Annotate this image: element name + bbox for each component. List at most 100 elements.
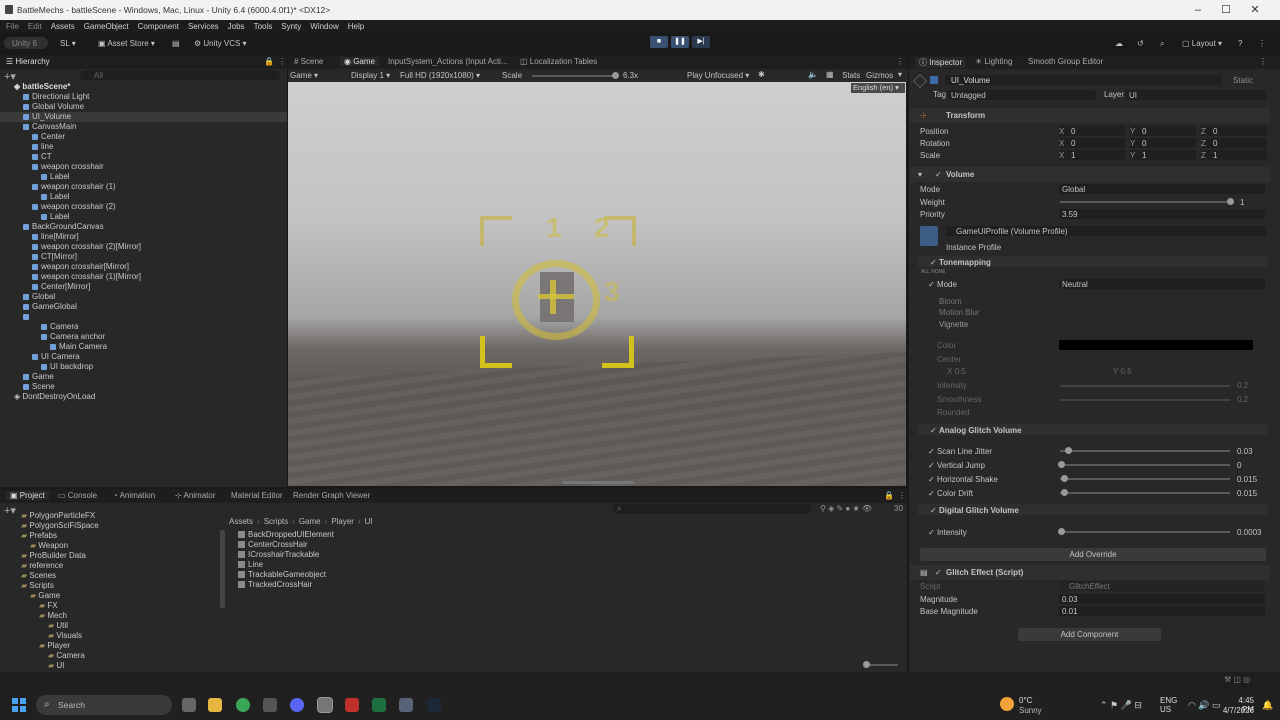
pause-button[interactable]: ❚❚ bbox=[671, 36, 689, 48]
tab-material-editor[interactable]: Material Editor bbox=[231, 491, 283, 500]
project-folder-item[interactable]: ▰ FX bbox=[39, 601, 58, 610]
hierarchy-item[interactable]: UI_Volume bbox=[23, 112, 71, 121]
digital-intensity-slider[interactable] bbox=[1060, 531, 1230, 533]
active-checkbox[interactable] bbox=[930, 76, 938, 84]
tab-inspector[interactable]: ⓘ Inspector bbox=[915, 57, 967, 68]
volume-profile-field[interactable]: GameUIProfile (Volume Profile) bbox=[946, 226, 1266, 236]
hierarchy-item[interactable]: weapon crosshair (2) bbox=[32, 202, 116, 211]
tag-dropdown[interactable]: Untagged bbox=[948, 90, 1096, 100]
transform-rotation-y-field[interactable]: Y0 bbox=[1130, 138, 1196, 148]
game-view-scrollbar[interactable] bbox=[562, 481, 634, 484]
search-icon[interactable]: ⌕ bbox=[1160, 39, 1164, 49]
script-file-item[interactable]: ICrosshairTrackable bbox=[238, 550, 319, 559]
lock-icon[interactable]: 🔒 bbox=[264, 57, 274, 66]
project-folder-item[interactable]: ▰ PolygonParticleFX bbox=[21, 511, 95, 520]
analog-param-knob[interactable] bbox=[1064, 447, 1072, 454]
icon-size-knob[interactable] bbox=[863, 661, 870, 668]
project-folder-item[interactable]: ▰ Scripts bbox=[21, 581, 54, 590]
project-folder-item[interactable]: ▰ Scenes bbox=[21, 571, 56, 580]
inspector-menu-icon[interactable]: ⋮ bbox=[1259, 57, 1267, 66]
tab-project[interactable]: ▣ Project bbox=[6, 491, 49, 500]
vignette-center-y[interactable]: Y 0.5 bbox=[1113, 367, 1132, 376]
menu-services[interactable]: Services bbox=[188, 22, 219, 31]
hierarchy-item[interactable]: UI Camera bbox=[32, 352, 80, 361]
weight-slider-knob[interactable] bbox=[1227, 198, 1234, 205]
tray-icons[interactable]: ⌃ ⚑ 🎤 ⊟ bbox=[1100, 700, 1142, 711]
chrome-icon[interactable] bbox=[236, 698, 250, 712]
hierarchy-item[interactable] bbox=[23, 312, 32, 321]
play-button[interactable]: ■ bbox=[650, 36, 668, 48]
transform-scale-y-field[interactable]: Y1 bbox=[1130, 150, 1196, 160]
volume-fold-icon[interactable]: ▾ bbox=[918, 170, 922, 179]
analog-param-value[interactable]: 0.015 bbox=[1237, 475, 1257, 484]
analog-glitch-checkbox[interactable]: ✓ bbox=[930, 426, 937, 435]
motion-blur-header[interactable]: Motion Blur bbox=[939, 308, 979, 317]
volume-enabled-checkbox[interactable]: ✓ bbox=[935, 170, 942, 179]
project-folder-item[interactable]: ▰ Mech bbox=[39, 611, 67, 620]
hierarchy-item[interactable]: Center[Mirror] bbox=[32, 282, 90, 291]
script-file-item[interactable]: Line bbox=[238, 560, 263, 569]
stats-button[interactable]: Stats bbox=[842, 71, 860, 80]
hierarchy-item[interactable]: Game bbox=[23, 372, 54, 381]
tab-animation[interactable]: ◔ Animation bbox=[113, 491, 155, 500]
project-folder-item[interactable]: ▰ ProBuilder Data bbox=[21, 551, 86, 560]
hierarchy-item[interactable]: Scene bbox=[23, 382, 55, 391]
maximize-button[interactable]: ☐ bbox=[1212, 2, 1240, 18]
layer-dropdown[interactable]: UI bbox=[1126, 90, 1266, 100]
transform-position-x-field[interactable]: X0 bbox=[1059, 126, 1125, 136]
tab-animator[interactable]: ⊹ Animator bbox=[175, 491, 216, 500]
network-volume-icons[interactable]: ◠ 🔊 ▭ bbox=[1188, 700, 1221, 711]
grid-icon[interactable]: ▦ bbox=[826, 70, 834, 79]
weather-temp[interactable]: 0°C bbox=[1019, 696, 1032, 705]
script-file-item[interactable]: CenterCrossHair bbox=[238, 540, 308, 549]
hierarchy-item[interactable]: Center bbox=[32, 132, 65, 141]
breadcrumb-item[interactable]: Scripts bbox=[264, 517, 288, 526]
vignette-header[interactable]: Vignette bbox=[939, 320, 968, 329]
analog-param-slider[interactable] bbox=[1060, 478, 1230, 480]
discord-icon[interactable] bbox=[290, 698, 304, 712]
menu-synty[interactable]: Synty bbox=[281, 22, 301, 31]
hierarchy-item[interactable]: Main Camera bbox=[50, 342, 107, 351]
hierarchy-item[interactable]: CT bbox=[32, 152, 52, 161]
project-folder-item[interactable]: ▰ Game bbox=[30, 591, 60, 600]
sl-dropdown[interactable]: SL ▾ bbox=[60, 39, 76, 48]
excel-icon[interactable] bbox=[372, 698, 386, 712]
weight-slider[interactable] bbox=[1060, 201, 1232, 203]
project-folder-item[interactable]: ▰ Camera bbox=[48, 651, 85, 660]
menu-jobs[interactable]: Jobs bbox=[228, 22, 245, 31]
tonemapping-all[interactable]: ALL bbox=[921, 269, 930, 275]
steam-icon[interactable] bbox=[427, 698, 441, 712]
param-checkbox[interactable]: ✓ bbox=[928, 461, 937, 470]
hierarchy-item[interactable]: weapon crosshair (2)[Mirror] bbox=[32, 242, 141, 251]
icon-size-slider[interactable] bbox=[868, 664, 898, 666]
hierarchy-item[interactable]: ◈ battleScene* bbox=[14, 82, 70, 91]
project-folder-item[interactable]: ▰ reference bbox=[21, 561, 63, 570]
menu-assets[interactable]: Assets bbox=[51, 22, 75, 31]
hierarchy-item[interactable]: Label bbox=[41, 212, 70, 221]
menu-gameobject[interactable]: GameObject bbox=[84, 22, 129, 31]
notification-icon[interactable]: 🔔 bbox=[1262, 700, 1273, 711]
vignette-intensity-slider[interactable] bbox=[1060, 385, 1230, 387]
digital-glitch-checkbox[interactable]: ✓ bbox=[930, 506, 937, 515]
volume-mode-dropdown[interactable]: Global bbox=[1059, 184, 1265, 194]
panel-menu-icon[interactable]: ⋮ bbox=[278, 57, 286, 66]
transform-position-z-field[interactable]: Z0 bbox=[1201, 126, 1267, 136]
hierarchy-item[interactable]: CanvasMain bbox=[23, 122, 76, 131]
project-folder-item[interactable]: ▰ Weapon bbox=[30, 541, 68, 550]
transform-rotation-x-field[interactable]: X0 bbox=[1059, 138, 1125, 148]
menu-help[interactable]: Help bbox=[348, 22, 364, 31]
taskbar-search-box[interactable]: ⌕ Search bbox=[36, 695, 172, 715]
tab-smooth-group[interactable]: Smooth Group Editor bbox=[1028, 57, 1103, 66]
breadcrumb-item[interactable]: Game bbox=[299, 517, 321, 526]
hierarchy-item[interactable]: weapon crosshair[Mirror] bbox=[32, 262, 129, 271]
analog-param-value[interactable]: 0.03 bbox=[1237, 447, 1253, 456]
hierarchy-item[interactable]: Camera bbox=[41, 322, 78, 331]
hierarchy-item[interactable]: weapon crosshair (1)[Mirror] bbox=[32, 272, 141, 281]
hierarchy-tab[interactable]: ☰ Hierarchy bbox=[6, 57, 50, 66]
analog-param-value[interactable]: 0.015 bbox=[1237, 489, 1257, 498]
unity-vcs-button[interactable]: ⚙ Unity VCS ▾ bbox=[194, 39, 247, 48]
hierarchy-item[interactable]: weapon crosshair (1) bbox=[32, 182, 116, 191]
weight-value[interactable]: 1 bbox=[1240, 198, 1244, 207]
menu-edit[interactable]: Edit bbox=[28, 22, 42, 31]
hierarchy-item[interactable]: Global Volume bbox=[23, 102, 84, 111]
